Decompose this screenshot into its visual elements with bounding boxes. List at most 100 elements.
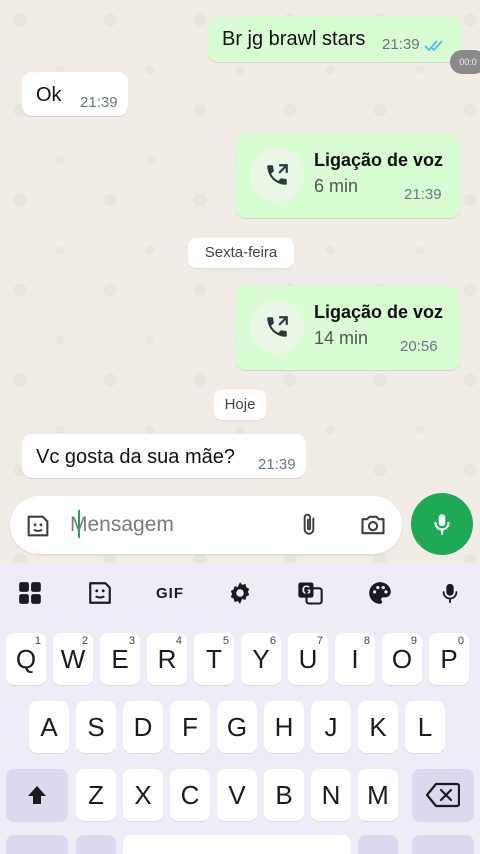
space-key[interactable] [123, 835, 351, 854]
translate-icon[interactable]: G [292, 575, 328, 611]
key-x[interactable]: X [123, 769, 163, 821]
sticker-icon[interactable] [24, 512, 52, 540]
key-hint: 7 [316, 635, 323, 647]
camera-icon[interactable] [358, 511, 388, 539]
message-composer[interactable]: Mensagem [10, 496, 402, 554]
key-label: C [180, 779, 200, 810]
message-text: Ok [36, 84, 62, 106]
symbols-key[interactable] [6, 835, 68, 854]
key-label: W [60, 643, 86, 674]
message-time: 21:39 [258, 456, 296, 473]
enter-key[interactable] [412, 835, 474, 854]
call-icon-container [250, 148, 304, 202]
key-label: X [134, 779, 152, 810]
key-n[interactable]: N [311, 769, 351, 821]
outgoing-call-icon [267, 164, 288, 185]
key-label: N [321, 779, 341, 810]
voice-record-button[interactable] [411, 493, 473, 555]
key-r[interactable]: R4 [147, 633, 187, 685]
comma-key[interactable] [76, 835, 116, 854]
backspace-key[interactable] [412, 769, 474, 821]
key-q[interactable]: Q1 [6, 633, 46, 685]
message-time: 21:39 [382, 36, 420, 53]
date-chip-friday: Sexta-feira [188, 238, 294, 268]
key-k[interactable]: K [358, 701, 398, 753]
key-label: L [417, 711, 433, 742]
key-hint: 0 [457, 635, 464, 647]
key-label: I [351, 643, 359, 674]
key-z[interactable]: Z [76, 769, 116, 821]
key-b[interactable]: B [264, 769, 304, 821]
key-s[interactable]: S [76, 701, 116, 753]
key-hint: 2 [81, 635, 88, 647]
key-label: D [133, 711, 153, 742]
key-m[interactable]: M [358, 769, 398, 821]
read-ticks-icon [424, 40, 443, 52]
key-label: O [391, 643, 413, 674]
key-o[interactable]: O9 [382, 633, 422, 685]
call-duration: 14 min [314, 328, 369, 348]
key-label: P [440, 643, 458, 674]
key-v[interactable]: V [217, 769, 257, 821]
attach-icon[interactable] [296, 511, 322, 539]
voice-call-bubble[interactable]: Ligação de voz 6 min 21:39 [236, 134, 460, 218]
voice-call-bubble[interactable]: Ligação de voz 14 min 20:56 [236, 286, 460, 370]
call-title: Ligação de voz [314, 302, 444, 322]
message-time: 21:39 [80, 94, 118, 111]
call-time: 20:56 [400, 338, 438, 355]
outgoing-call-icon [267, 316, 288, 337]
call-title: Ligação de voz [314, 150, 444, 170]
key-hint: 4 [175, 635, 182, 647]
key-f[interactable]: F [170, 701, 210, 753]
key-label: A [40, 711, 58, 742]
message-input[interactable]: Mensagem [70, 513, 174, 537]
message-incoming-ok[interactable]: Ok 21:39 [22, 72, 128, 116]
key-hint: 1 [34, 635, 41, 647]
theme-palette-icon[interactable] [362, 575, 398, 611]
apps-grid-icon[interactable] [12, 575, 48, 611]
key-j[interactable]: J [311, 701, 351, 753]
backspace-icon [426, 782, 460, 808]
key-hint: 6 [269, 635, 276, 647]
shift-key[interactable] [6, 769, 68, 821]
key-d[interactable]: D [123, 701, 163, 753]
period-key[interactable] [358, 835, 398, 854]
key-l[interactable]: L [405, 701, 445, 753]
message-incoming-question[interactable]: Vc gosta da sua mãe? 21:39 [22, 434, 306, 478]
key-h[interactable]: H [264, 701, 304, 753]
key-label: R [157, 643, 177, 674]
key-label: H [274, 711, 294, 742]
gif-button[interactable]: GIF [152, 575, 188, 611]
key-label: M [367, 779, 389, 810]
key-hint: 9 [410, 635, 417, 647]
message-outgoing-brawl[interactable]: Br jg brawl stars 21:39 [208, 16, 462, 62]
key-w[interactable]: W2 [53, 633, 93, 685]
key-hint: 3 [128, 635, 135, 647]
key-label: Z [88, 779, 104, 810]
key-a[interactable]: A [29, 701, 69, 753]
call-duration: 6 min [314, 176, 359, 196]
sticker-icon[interactable] [82, 575, 118, 611]
microphone-icon [434, 514, 450, 535]
settings-gear-icon[interactable] [222, 575, 258, 611]
key-label: B [275, 779, 293, 810]
key-e[interactable]: E3 [100, 633, 140, 685]
key-i[interactable]: I8 [335, 633, 375, 685]
key-label: F [182, 711, 198, 742]
keyboard: GIF G Q 1 W 2 E 3 R 4 T 5 Y 6 U 7 I 8 O … [0, 563, 480, 854]
key-label: T [206, 643, 222, 674]
key-p[interactable]: P0 [429, 633, 469, 685]
date-chip-today: Hoje [214, 390, 266, 420]
chat-area: Br jg brawl stars 21:39 00:0 Ok 21:39 Li… [0, 0, 480, 568]
key-u[interactable]: U7 [288, 633, 328, 685]
key-t[interactable]: T5 [194, 633, 234, 685]
key-hint: 8 [363, 635, 370, 647]
message-text: Br jg brawl stars [222, 28, 366, 50]
key-g[interactable]: G [217, 701, 257, 753]
key-label: S [87, 711, 105, 742]
voice-input-icon[interactable] [432, 575, 468, 611]
call-icon-container [250, 300, 304, 354]
key-y[interactable]: Y6 [241, 633, 281, 685]
key-c[interactable]: C [170, 769, 210, 821]
message-text: Vc gosta da sua mãe? [36, 446, 236, 468]
